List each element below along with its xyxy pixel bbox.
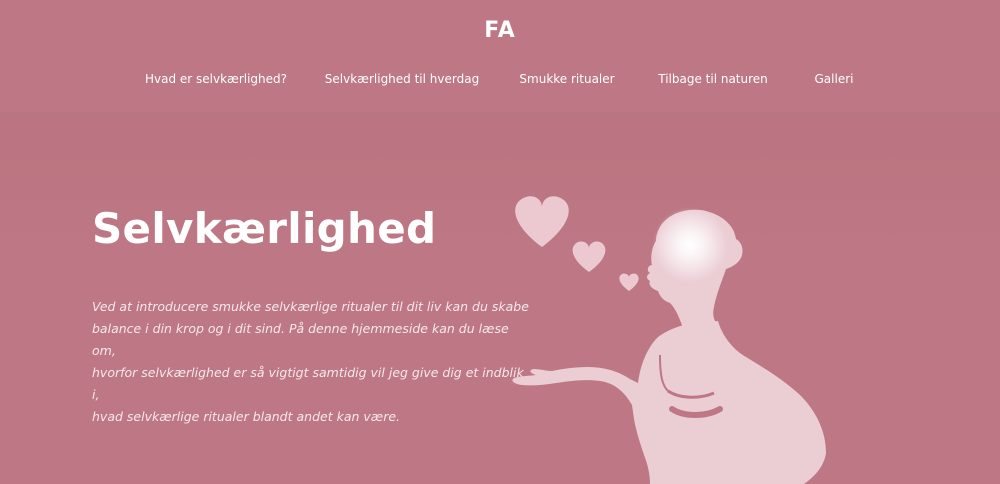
- heart-icon: [572, 241, 606, 272]
- heart-icon: [515, 196, 569, 247]
- hero-paragraph: Ved at introducere smukke selvkærlige ri…: [92, 296, 532, 428]
- nav-item-tilbage-til-naturen[interactable]: Tilbage til naturen: [658, 72, 768, 86]
- page: FA Hvad er selvkærlighed? Selvkærlighed …: [0, 0, 1000, 484]
- nav-item-hvad-er-selvkaerlighed[interactable]: Hvad er selvkærlighed?: [145, 72, 287, 86]
- hero-paragraph-line: hvad selvkærlige ritualer blandt andet k…: [92, 409, 401, 424]
- hero-paragraph-line: balance i din krop og i dit sind. På den…: [92, 321, 509, 358]
- hero-paragraph-line: Ved at introducere smukke selvkærlige ri…: [92, 299, 529, 314]
- heart-icon: [619, 273, 639, 291]
- hero-paragraph-line: hvorfor selvkærlighed er så vigtigt samt…: [92, 365, 524, 402]
- glow-light: [652, 207, 728, 283]
- woman-silhouette-illustration: [512, 196, 826, 484]
- nav-item-selvkaerlighed-til-hverdag[interactable]: Selvkærlighed til hverdag: [325, 72, 479, 86]
- nav-item-smukke-ritualer[interactable]: Smukke ritualer: [519, 72, 614, 86]
- nav-item-galleri[interactable]: Galleri: [815, 72, 854, 86]
- logo-text: FA: [484, 18, 516, 43]
- hero-title: Selvkærlighed: [92, 204, 437, 253]
- site-logo[interactable]: FA: [0, 16, 1000, 45]
- main-navigation: Hvad er selvkærlighed? Selvkærlighed til…: [0, 72, 1000, 92]
